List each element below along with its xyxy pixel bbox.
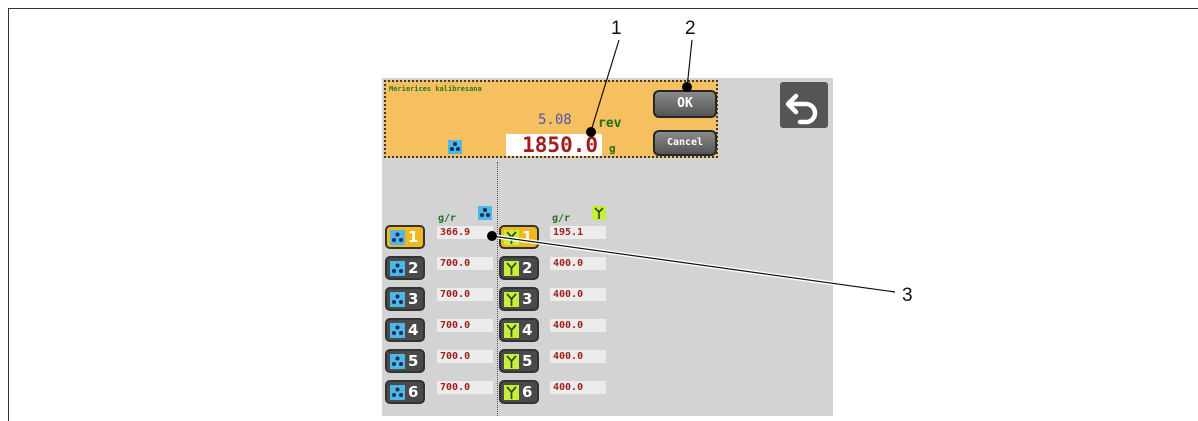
callout-label-1: 1 xyxy=(611,18,622,39)
callout-label-2: 2 xyxy=(685,18,696,39)
callout-marker-3 xyxy=(487,231,497,241)
callout-marker-1 xyxy=(586,127,596,137)
callout-marker-2 xyxy=(682,82,692,92)
callout-label-3: 3 xyxy=(902,285,913,306)
callout-lines xyxy=(491,39,896,294)
